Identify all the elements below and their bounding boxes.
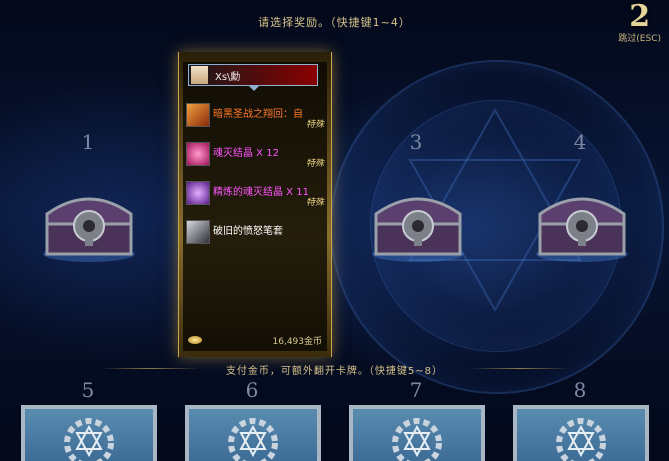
wing-icon xyxy=(186,103,210,127)
reward-screen: 请选择奖励。（快捷键1~4） 2 跳过(ESC) 1 3 4 Xs\勳 暗黑圣战… xyxy=(0,0,669,461)
player-name: Xs\勳 xyxy=(215,72,241,83)
card-number-8: 8 xyxy=(573,378,587,402)
reward-item-tag: 特殊 xyxy=(305,198,324,208)
skip-label[interactable]: 跳过(ESC) xyxy=(618,31,661,44)
player-avatar xyxy=(191,66,208,84)
reward-item-name: 破旧的愤怒笔套 xyxy=(213,226,283,237)
gear-emblem-icon xyxy=(64,418,114,461)
reward-item-name: 暗黑圣战之翔回：自 xyxy=(213,109,303,120)
card-number-6: 6 xyxy=(245,378,259,402)
card-slot-6[interactable] xyxy=(185,405,321,461)
gear-emblem-icon xyxy=(392,418,442,461)
crystal-icon xyxy=(186,142,210,166)
reward-item[interactable]: 破旧的愤怒笔套 xyxy=(186,218,326,246)
reward-item[interactable]: 暗黑圣战之翔回：自 特殊 xyxy=(186,101,326,130)
name-tag-pointer xyxy=(249,86,259,91)
player-name-tag: Xs\勳 xyxy=(188,64,318,86)
reward-item-name: 魂灭结晶 X 12 xyxy=(213,148,279,159)
gold-amount: 16,493金币 xyxy=(272,337,323,347)
gold-coin-icon xyxy=(188,336,202,344)
chest-number-1: 1 xyxy=(81,130,95,154)
countdown-timer[interactable]: 2 跳过(ESC) xyxy=(618,0,661,44)
refined-crystal-icon xyxy=(186,181,210,205)
card-slot-7[interactable] xyxy=(349,405,485,461)
treasure-chest-4[interactable] xyxy=(534,184,630,262)
reward-item-tag: 特殊 xyxy=(305,159,324,169)
card-number-7: 7 xyxy=(409,378,423,402)
chest-number-3: 3 xyxy=(409,130,423,154)
reward-item[interactable]: 魂灭结晶 X 12 特殊 xyxy=(186,140,326,169)
countdown-number: 2 xyxy=(629,0,651,34)
pen-icon xyxy=(186,220,210,244)
gear-emblem-icon xyxy=(556,418,606,461)
card-slot-5[interactable] xyxy=(21,405,157,461)
treasure-chest-3[interactable] xyxy=(370,184,466,262)
reward-item[interactable]: 精炼的魂灭结晶 X 11 特殊 xyxy=(186,179,326,208)
reward-item-name: 精炼的魂灭结晶 X 11 xyxy=(213,187,309,198)
gold-display: 16,493金币 xyxy=(188,334,328,348)
card-number-5: 5 xyxy=(81,378,95,402)
extra-card-prompt: 支付金币，可额外翻开卡牌。（快捷键5~8） xyxy=(225,366,444,377)
treasure-chest-1[interactable] xyxy=(41,184,137,262)
reward-item-tag: 特殊 xyxy=(305,120,324,130)
card-slot-8[interactable] xyxy=(513,405,649,461)
reward-prompt: 请选择奖励。（快捷键1~4） xyxy=(258,16,411,29)
gear-emblem-icon xyxy=(228,418,278,461)
chest-number-4: 4 xyxy=(573,130,587,154)
